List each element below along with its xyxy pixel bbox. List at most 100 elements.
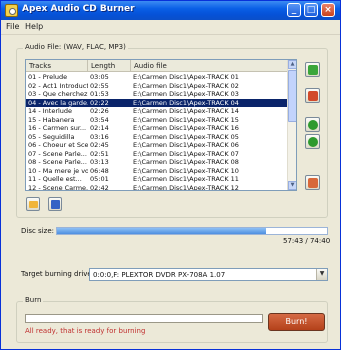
cell-track: 11 - Quelle est... — [28, 175, 82, 183]
column-tracks[interactable]: Tracks — [26, 60, 88, 72]
cell-track: 08 - Scene Parle... — [28, 158, 87, 166]
table-row[interactable]: 04 - Avec la garde... 02:22 E:\Carmen Disc… — [26, 98, 288, 107]
table-row[interactable]: 16 - Carmen sur... 02:14 E:\Carmen Disc1\A… — [26, 124, 288, 133]
table-row[interactable]: 15 - Habanera 03:54 E:\Carmen Disc1\Apex-T… — [26, 116, 288, 125]
title-bar[interactable]: Apex Audio CD Burner _ □ × — [1, 1, 340, 20]
table-row[interactable]: 10 - Ma mere je vois 06:48 E:\Carmen Disc1… — [26, 167, 288, 176]
burn-caption: Burn — [23, 296, 44, 304]
cell-file: E:\Carmen Disc1\Apex-TRACK 12 — [133, 183, 239, 191]
cell-length: 02:51 — [90, 149, 109, 158]
cell-length: 02:42 — [90, 183, 109, 191]
cell-track: 14 - Interlude — [28, 107, 73, 115]
clear-icon — [308, 178, 318, 188]
cell-length: 03:54 — [90, 115, 109, 124]
open-folder-button[interactable] — [26, 197, 40, 211]
menu-file[interactable]: File — [6, 22, 19, 31]
cell-track: 15 - Habanera — [28, 115, 75, 124]
folder-icon — [29, 201, 38, 208]
cell-file: E:\Carmen Disc1\Apex-TRACK 11 — [133, 175, 239, 183]
cell-length: 03:05 — [90, 73, 109, 81]
disc-size-value: 57:43 / 74:40 — [283, 237, 331, 245]
list-scrollbar[interactable]: ▲ ▼ — [287, 60, 296, 190]
cd-icon — [5, 4, 18, 17]
table-row[interactable]: 12 - Scene Carme... 02:42 E:\Carmen Disc1\… — [26, 183, 288, 191]
cell-file: E:\Carmen Disc1\Apex-TRACK 03 — [133, 90, 239, 98]
cell-file: E:\Carmen Disc1\Apex-TRACK 16 — [133, 124, 239, 132]
scroll-down-icon[interactable]: ▼ — [288, 181, 296, 190]
save-icon — [51, 200, 60, 209]
table-row[interactable]: 01 - Prelude 03:05 E:\Carmen Disc1\Apex-TR… — [26, 73, 288, 82]
save-list-button[interactable] — [48, 197, 62, 211]
cell-file: E:\Carmen Disc1\Apex-TRACK 15 — [133, 115, 239, 124]
cell-file: E:\Carmen Disc1\Apex-TRACK 04 — [133, 98, 239, 107]
close-button[interactable]: × — [321, 3, 335, 17]
column-audio-file[interactable]: Audio file — [131, 60, 288, 72]
table-row[interactable]: 02 - Act1 Introduct...02:55 E:\Carmen Dis… — [26, 82, 288, 91]
target-drive-value: 0:0:0,F: PLEXTOR DVDR PX-708A 1.07 — [93, 271, 226, 279]
menu-bar: File Help — [1, 20, 340, 35]
burn-button[interactable]: Burn! — [268, 313, 325, 331]
table-row[interactable]: 05 - Seguidilla 03:16 E:\Carmen Disc1\Apex… — [26, 133, 288, 142]
arrow-up-icon — [308, 120, 318, 130]
audio-file-caption: Audio File: (WAV, FLAC, MP3) — [23, 43, 128, 51]
cell-file: E:\Carmen Disc1\Apex-TRACK 01 — [133, 73, 239, 81]
move-down-button[interactable] — [305, 134, 320, 149]
maximize-button[interactable]: □ — [304, 3, 318, 17]
add-files-button[interactable] — [305, 62, 320, 77]
cell-track: 06 - Choeur et Scene... — [28, 141, 88, 149]
disc-size-label: Disc size: — [21, 227, 54, 235]
arrow-down-icon — [308, 137, 318, 147]
cell-track: 07 - Scene Parle... — [28, 149, 87, 158]
list-header: Tracks Length Audio file — [26, 60, 288, 72]
table-row[interactable]: 06 - Choeur et Scene...02:45 E:\Carmen Di… — [26, 141, 288, 150]
remove-file-button[interactable] — [305, 88, 320, 103]
cell-length: 02:14 — [90, 124, 109, 132]
cell-length: 02:55 — [90, 81, 109, 90]
cell-length: 01:53 — [90, 90, 109, 98]
cell-length: 05:01 — [90, 175, 109, 183]
main-window: Apex Audio CD Burner _ □ × File Help Aud… — [0, 0, 341, 350]
scroll-thumb[interactable] — [288, 70, 296, 122]
cell-file: E:\Carmen Disc1\Apex-TRACK 14 — [133, 107, 239, 115]
table-row[interactable]: 11 - Quelle est... 05:01 E:\Carmen Disc1\A… — [26, 175, 288, 184]
move-up-button[interactable] — [305, 117, 320, 132]
add-icon — [308, 65, 318, 75]
table-row[interactable]: 03 - Que cherchez... 01:53 E:\Carmen Disc1… — [26, 90, 288, 99]
clear-list-button[interactable] — [305, 175, 320, 190]
target-drive-label: Target burning drive: — [21, 270, 95, 278]
scroll-up-icon[interactable]: ▲ — [288, 60, 296, 69]
chevron-down-icon[interactable]: ▼ — [316, 269, 327, 280]
status-text: All ready, that is ready for burning — [25, 327, 146, 335]
table-row[interactable]: 14 - Interlude 02:26 E:\Carmen Disc1\Apex-… — [26, 107, 288, 116]
cell-file: E:\Carmen Disc1\Apex-TRACK 05 — [133, 132, 239, 141]
column-length[interactable]: Length — [88, 60, 131, 72]
cell-length: 02:45 — [90, 141, 109, 149]
cell-track: 01 - Prelude — [28, 73, 68, 81]
cell-length: 06:48 — [90, 166, 109, 175]
cell-track: 03 - Que cherchez... — [28, 90, 88, 98]
cell-track: 12 - Scene Carme... — [28, 183, 88, 191]
cell-file: E:\Carmen Disc1\Apex-TRACK 06 — [133, 141, 239, 149]
track-list[interactable]: Tracks Length Audio file 01 - Prelude 03:… — [25, 59, 297, 191]
minimize-button[interactable]: _ — [287, 3, 301, 17]
cell-track: 05 - Seguidilla — [28, 132, 75, 141]
remove-icon — [308, 91, 318, 101]
cell-file: E:\Carmen Disc1\Apex-TRACK 02 — [133, 81, 239, 90]
burn-progress-bar — [25, 314, 263, 323]
disc-size-bar — [56, 227, 328, 235]
menu-help[interactable]: Help — [25, 22, 43, 31]
table-row[interactable]: 07 - Scene Parle... 02:51 E:\Carmen Disc1\… — [26, 150, 288, 159]
disc-size-fill — [57, 228, 266, 234]
cell-file: E:\Carmen Disc1\Apex-TRACK 08 — [133, 158, 239, 166]
table-row[interactable]: 08 - Scene Parle... 03:13 E:\Carmen Disc1\… — [26, 158, 288, 167]
window-title: Apex Audio CD Burner — [22, 4, 135, 14]
cell-length: 03:16 — [90, 132, 109, 141]
cell-length: 02:26 — [90, 107, 109, 115]
cell-file: E:\Carmen Disc1\Apex-TRACK 10 — [133, 166, 239, 175]
cell-length: 02:22 — [90, 98, 109, 107]
target-drive-select[interactable]: 0:0:0,F: PLEXTOR DVDR PX-708A 1.07 ▼ — [89, 268, 328, 281]
cell-track: 16 - Carmen sur... — [28, 124, 87, 132]
cell-track: 10 - Ma mere je vois — [28, 166, 88, 175]
cell-file: E:\Carmen Disc1\Apex-TRACK 07 — [133, 149, 239, 158]
cell-track: 04 - Avec la garde... — [28, 98, 88, 107]
